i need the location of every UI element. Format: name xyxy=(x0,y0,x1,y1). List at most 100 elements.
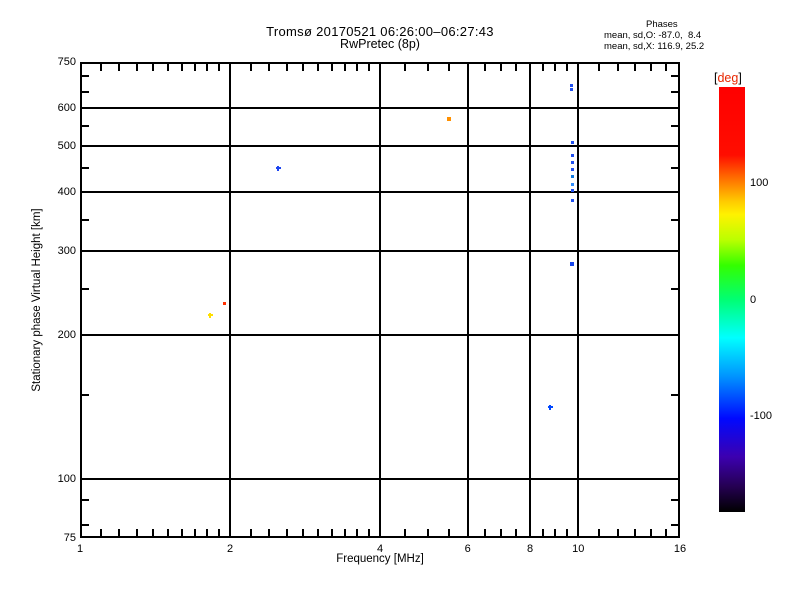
y-minor-tick xyxy=(671,125,678,128)
y-minor-tick xyxy=(671,523,678,526)
x-minor-tick xyxy=(118,64,121,71)
colorbar-title-bracket: ] xyxy=(738,71,742,85)
y-axis-label: Stationary phase Virtual Height [km] xyxy=(31,208,43,392)
y-minor-tick xyxy=(671,166,678,169)
x-minor-tick xyxy=(316,64,319,71)
y-gridline xyxy=(80,107,680,110)
x-minor-tick xyxy=(367,64,370,71)
x-axis-label: Frequency [MHz] xyxy=(336,553,424,565)
x-minor-tick xyxy=(597,64,600,71)
y-minor-tick xyxy=(82,75,89,78)
y-minor-tick xyxy=(82,125,89,128)
x-minor-tick xyxy=(484,64,487,71)
colorbar-tick-label: -100 xyxy=(750,409,773,422)
x-minor-tick xyxy=(404,529,407,536)
colorbar-title: [deg] xyxy=(714,71,742,85)
x-minor-tick xyxy=(249,64,252,71)
x-minor-tick xyxy=(99,529,102,536)
colorbar-gradient xyxy=(719,87,745,512)
y-gridline xyxy=(80,334,680,337)
plot-subtitle: RwPretec (8p) xyxy=(340,37,420,51)
x-minor-tick xyxy=(447,64,450,71)
x-minor-tick xyxy=(166,529,169,536)
x-minor-tick xyxy=(542,64,545,71)
x-minor-tick xyxy=(268,64,271,71)
y-tick-label: 400 xyxy=(57,185,76,198)
x-minor-tick xyxy=(301,64,304,71)
data-point xyxy=(570,160,574,164)
x-minor-tick xyxy=(193,64,196,71)
y-gridline xyxy=(80,190,680,193)
data-point xyxy=(548,405,554,410)
x-minor-tick xyxy=(180,64,183,71)
x-minor-tick xyxy=(515,64,518,71)
phase-stats-o-mode: mean, sd,O: -87.0, 8.4 xyxy=(604,30,702,41)
data-point xyxy=(570,175,574,179)
data-point xyxy=(570,88,574,92)
y-minor-tick xyxy=(671,90,678,93)
phase-stats-title: Phases xyxy=(646,19,678,30)
data-point xyxy=(570,188,574,192)
x-minor-tick xyxy=(616,64,619,71)
x-minor-tick xyxy=(634,529,637,536)
x-minor-tick xyxy=(665,64,668,71)
colorbar-title-unit: deg xyxy=(717,71,739,85)
x-minor-tick xyxy=(118,529,121,536)
x-minor-tick xyxy=(356,529,359,536)
x-minor-tick xyxy=(206,64,209,71)
x-minor-tick xyxy=(249,529,252,536)
x-minor-tick xyxy=(301,529,304,536)
x-minor-tick xyxy=(597,529,600,536)
y-gridline xyxy=(80,477,680,480)
data-point xyxy=(223,302,227,306)
y-minor-tick xyxy=(82,288,89,291)
data-point xyxy=(570,183,574,187)
colorbar-tick-label: 0 xyxy=(750,293,757,306)
ionogram-plot: Tromsø 20170521 06:26:00–06:27:43 RwPret… xyxy=(0,0,800,600)
x-minor-tick xyxy=(427,64,430,71)
y-minor-tick xyxy=(671,499,678,502)
x-minor-tick xyxy=(665,529,668,536)
x-minor-tick xyxy=(268,529,271,536)
x-minor-tick xyxy=(217,529,220,536)
x-minor-tick xyxy=(151,64,154,71)
x-minor-tick xyxy=(217,64,220,71)
data-point xyxy=(570,199,574,203)
x-gridline xyxy=(466,62,469,538)
x-minor-tick xyxy=(180,529,183,536)
x-minor-tick xyxy=(343,529,346,536)
x-minor-tick xyxy=(343,64,346,71)
y-minor-tick xyxy=(82,218,89,221)
y-minor-tick xyxy=(82,393,89,396)
colorbar-tick-label: 100 xyxy=(750,177,769,190)
data-point xyxy=(446,117,451,122)
y-tick-label: 500 xyxy=(57,139,76,152)
x-minor-tick xyxy=(206,529,209,536)
data-point xyxy=(570,83,574,87)
y-gridline xyxy=(80,144,680,147)
x-minor-tick xyxy=(330,64,333,71)
y-tick-label: 750 xyxy=(57,56,76,68)
y-minor-tick xyxy=(82,523,89,526)
x-minor-tick xyxy=(135,64,138,71)
x-minor-tick xyxy=(515,529,518,536)
x-minor-tick xyxy=(193,529,196,536)
x-minor-tick xyxy=(367,529,370,536)
data-point xyxy=(275,165,281,171)
y-tick-label: 100 xyxy=(57,472,76,485)
data-point xyxy=(570,168,574,172)
x-minor-tick xyxy=(447,529,450,536)
phase-stats: Phases mean, sd,O: -87.0, 8.4 mean, sd,X… xyxy=(604,19,774,52)
x-minor-tick xyxy=(151,529,154,536)
x-gridline xyxy=(577,62,580,538)
x-minor-tick xyxy=(500,529,503,536)
y-minor-tick xyxy=(82,499,89,502)
y-minor-tick xyxy=(671,218,678,221)
x-minor-tick xyxy=(484,529,487,536)
x-minor-tick xyxy=(634,64,637,71)
x-minor-tick xyxy=(330,529,333,536)
y-minor-tick xyxy=(82,90,89,93)
data-point xyxy=(570,153,574,157)
x-minor-tick xyxy=(542,529,545,536)
x-minor-tick xyxy=(616,529,619,536)
